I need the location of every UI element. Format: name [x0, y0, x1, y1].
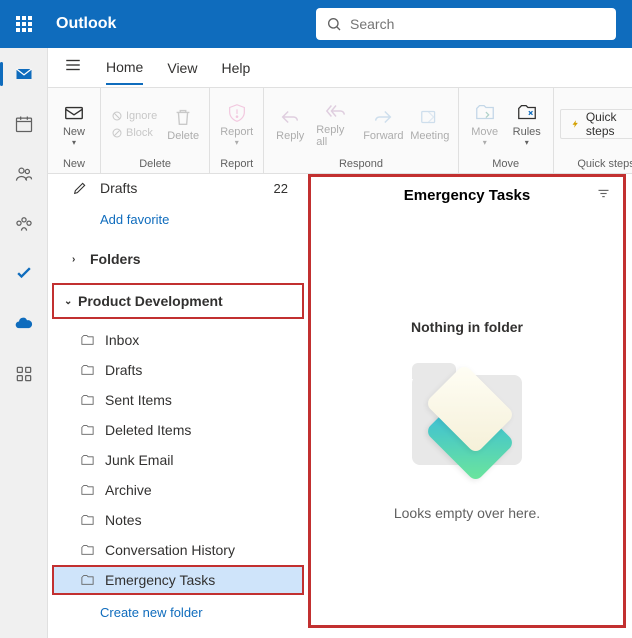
move-icon: [474, 102, 496, 124]
folder-icon: [80, 483, 95, 498]
forward-button: Forward: [361, 102, 406, 146]
people-icon: [14, 164, 34, 184]
favorites-drafts[interactable]: Drafts 22: [52, 174, 304, 202]
folder-drafts[interactable]: Drafts: [52, 355, 304, 385]
groups-icon: [14, 214, 34, 234]
reply-button: Reply: [270, 102, 310, 146]
sidebar-apps[interactable]: [4, 354, 44, 394]
block-icon: [111, 127, 123, 139]
new-group-label: New: [54, 156, 94, 173]
tab-home[interactable]: Home: [106, 51, 143, 85]
account-header[interactable]: ⌄Product Development: [52, 283, 304, 319]
folders-header[interactable]: ›Folders: [52, 241, 304, 277]
empty-subtitle: Looks empty over here.: [394, 505, 540, 521]
folder-icon: [80, 393, 95, 408]
search-box[interactable]: [316, 8, 616, 40]
delete-button: Delete: [163, 102, 203, 146]
waffle-icon: [16, 16, 32, 32]
chevron-down-icon: ⌄: [64, 296, 74, 307]
respond-group-label: Respond: [270, 156, 451, 173]
folder-icon: [80, 363, 95, 378]
folder-view-title: Emergency Tasks: [404, 187, 530, 204]
create-folder-link[interactable]: Create new folder: [52, 595, 304, 620]
folder-sent[interactable]: Sent Items: [52, 385, 304, 415]
sidebar-mail[interactable]: [4, 54, 44, 94]
empty-folder-graphic: [402, 355, 532, 485]
folder-conversation-history[interactable]: Conversation History: [52, 535, 304, 565]
delete-group-label: Delete: [107, 156, 203, 173]
folder-icon: [80, 333, 95, 348]
folder-icon: [80, 453, 95, 468]
mail-icon: [14, 64, 34, 84]
apps-icon: [14, 364, 34, 384]
trash-icon: [172, 106, 194, 128]
quick-steps-button[interactable]: Quick steps: [560, 109, 632, 139]
hamburger-button[interactable]: [64, 56, 82, 79]
report-button: Report ▾: [216, 98, 257, 151]
tab-help[interactable]: Help: [221, 52, 250, 84]
ignore-button: Ignore: [107, 108, 161, 124]
app-launcher[interactable]: [8, 8, 40, 40]
cloud-icon: [14, 314, 34, 334]
sidebar-todo[interactable]: [4, 254, 44, 294]
sidebar-people[interactable]: [4, 154, 44, 194]
move-group-label: Move: [465, 156, 547, 173]
folder-junk[interactable]: Junk Email: [52, 445, 304, 475]
add-favorite-link[interactable]: Add favorite: [52, 202, 304, 241]
folder-emergency-tasks[interactable]: Emergency Tasks: [52, 565, 304, 595]
tab-view[interactable]: View: [167, 52, 197, 84]
sidebar-groups[interactable]: [4, 204, 44, 244]
search-input[interactable]: [350, 16, 606, 32]
chevron-down-icon: ▾: [72, 138, 76, 147]
calendar-icon: [14, 114, 34, 134]
quick-steps-group-label: Quick steps: [560, 156, 632, 173]
move-button: Move▾: [465, 98, 505, 151]
reply-icon: [279, 106, 301, 128]
lightning-icon: [571, 117, 580, 131]
sidebar-onedrive[interactable]: [4, 304, 44, 344]
folder-archive[interactable]: Archive: [52, 475, 304, 505]
forward-icon: [372, 106, 394, 128]
new-mail-button[interactable]: New ▾: [54, 98, 94, 151]
meeting-icon: [419, 106, 441, 128]
filter-icon: [596, 186, 611, 201]
ignore-icon: [111, 110, 123, 122]
folder-notes[interactable]: Notes: [52, 505, 304, 535]
folder-inbox[interactable]: Inbox: [52, 325, 304, 355]
folder-icon: [80, 573, 95, 588]
chevron-right-icon: ›: [72, 254, 82, 265]
app-title: Outlook: [56, 15, 116, 33]
search-icon: [326, 16, 342, 32]
new-label: New: [63, 126, 85, 138]
folder-icon: [80, 543, 95, 558]
folder-icon: [80, 423, 95, 438]
reply-all-icon: [325, 100, 347, 122]
pencil-icon: [72, 180, 88, 196]
meeting-button: Meeting: [408, 102, 452, 146]
block-button: Block: [107, 125, 161, 141]
envelope-icon: [63, 102, 85, 124]
check-icon: [14, 264, 34, 284]
rules-icon: [516, 102, 538, 124]
filter-button[interactable]: [596, 186, 611, 206]
report-group-label: Report: [216, 156, 257, 173]
reply-all-button: Reply all: [312, 96, 359, 152]
drafts-count: 22: [274, 181, 288, 196]
empty-title: Nothing in folder: [411, 319, 523, 335]
rules-button[interactable]: Rules▾: [507, 98, 547, 151]
sidebar-calendar[interactable]: [4, 104, 44, 144]
folder-icon: [80, 513, 95, 528]
folder-deleted[interactable]: Deleted Items: [52, 415, 304, 445]
shield-icon: [226, 102, 248, 124]
